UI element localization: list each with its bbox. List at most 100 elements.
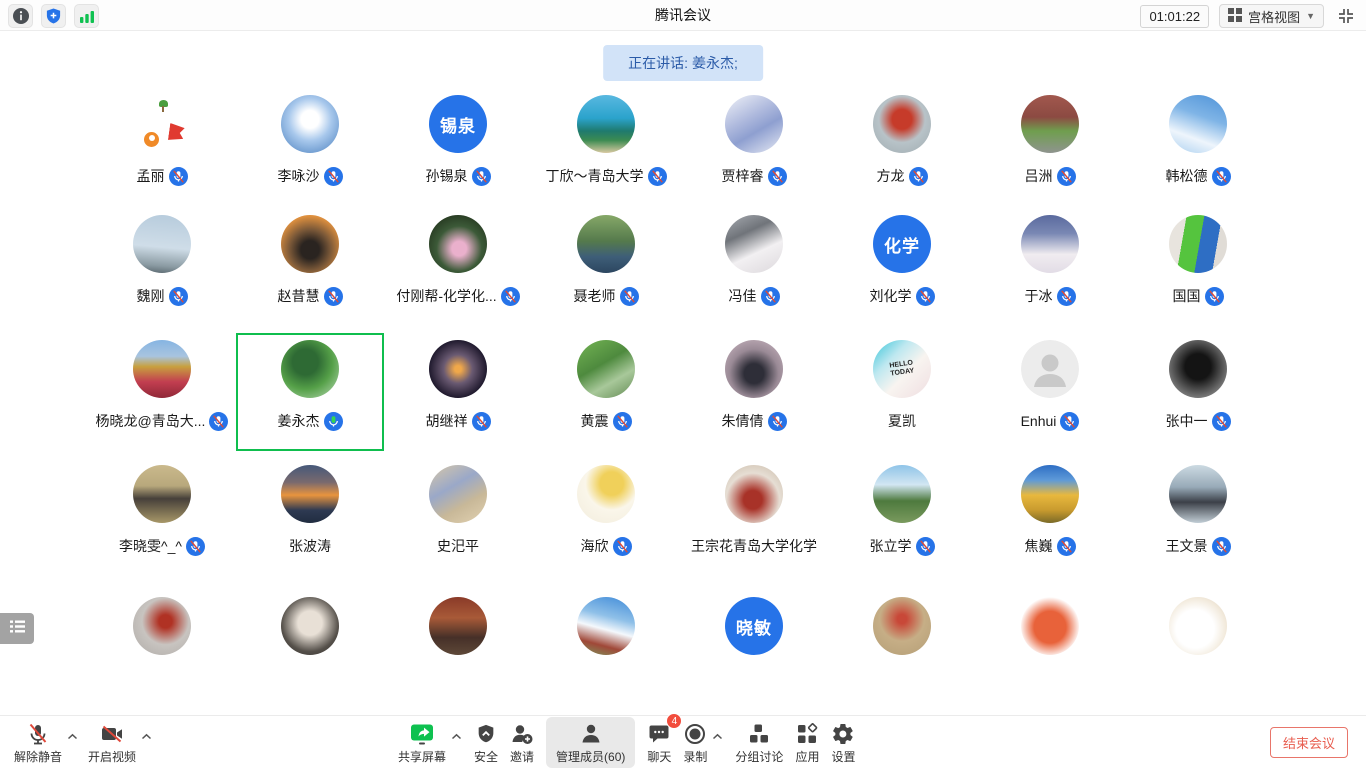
participant-avatar [725,95,783,153]
participant-name: 贾梓睿 [722,166,764,186]
participant-tile[interactable]: 韩松德 [1124,88,1272,206]
participant-tile[interactable] [1124,590,1272,662]
participant-tile[interactable]: 张中一 [1124,333,1272,451]
screen-share-icon [409,720,435,746]
participant-avatar [1021,465,1079,523]
grid-view-icon [1228,8,1242,25]
participant-tile[interactable]: 吕洲 [976,88,1124,206]
mic-muted-icon [472,412,491,431]
toolbar-button-members-person[interactable]: 管理成员(60) [546,717,635,768]
chevron-up-icon[interactable] [712,733,723,740]
participant-tile[interactable]: 李咏沙 [236,88,384,206]
participant-name: 张中一 [1166,411,1208,431]
participant-tile[interactable]: Enhui [976,333,1124,451]
mic-muted-icon [1057,287,1076,306]
participant-name: 李咏沙 [278,166,320,186]
participant-name: Enhui [1021,413,1057,429]
mic-muted-icon [761,287,780,306]
participant-name: 胡继祥 [426,411,468,431]
participant-tile[interactable]: 张波涛 [236,458,384,576]
participant-tile[interactable]: 姜永杰 [236,333,384,451]
toolbar-button-label: 解除静音 [14,748,62,765]
participant-tile[interactable] [976,590,1124,662]
mic-muted-icon [1212,167,1231,186]
participant-avatar [577,215,635,273]
toolbar-button-invite-person[interactable]: 邀请 [510,720,534,765]
member-list-toggle[interactable] [0,613,34,644]
participant-tile[interactable] [88,590,236,662]
participant-tile[interactable] [532,590,680,662]
unread-count-badge: 4 [666,713,682,729]
toolbar-button-record-circle[interactable]: 录制 [683,720,707,765]
participant-tile[interactable]: 化学刘化学 [828,208,976,326]
participant-tile[interactable] [384,590,532,662]
participant-name: 孙锡泉 [426,166,468,186]
participant-tile[interactable]: 晓敏 [680,590,828,662]
participant-tile[interactable]: 魏刚 [88,208,236,326]
participant-avatar [1021,215,1079,273]
toolbar-left-group: 解除静音 开启视频 [14,716,152,768]
default-person-avatar [1021,340,1079,398]
participant-name: 姜永杰 [278,411,320,431]
toolbar-button-label: 录制 [683,748,707,765]
list-icon [9,619,26,639]
participant-avatar [577,465,635,523]
participant-tile[interactable]: 冯佳 [680,208,828,326]
participant-tile[interactable]: 海欣 [532,458,680,576]
security-shield-icon [475,720,497,746]
chevron-up-icon[interactable] [67,733,78,740]
participant-tile[interactable]: 史汜平 [384,458,532,576]
toolbar-button-mic-off[interactable]: 解除静音 [14,720,62,765]
end-meeting-button[interactable]: 结束会议 [1270,727,1348,758]
mic-muted-icon [324,167,343,186]
participant-tile[interactable] [828,590,976,662]
participant-tile[interactable]: 孟丽 [88,88,236,206]
toolbar-button-camera-off[interactable]: 开启视频 [88,720,136,765]
participant-name: 史汜平 [437,536,479,556]
participant-tile[interactable]: 李晓雯^_^ [88,458,236,576]
chevron-up-icon[interactable] [141,733,152,740]
toolbar-button-apps-squares[interactable]: 应用 [795,720,819,765]
participant-avatar: HELLO TODAY [873,340,931,398]
toolbar-button-chat-bubble[interactable]: 4聊天 [647,720,671,765]
toolbar-button-breakout-squares[interactable]: 分组讨论 [735,720,783,765]
participant-tile[interactable]: HELLO TODAY夏凯 [828,333,976,451]
toolbar-button-screen-share[interactable]: 共享屏幕 [398,720,446,765]
collapse-view-button[interactable] [1334,4,1358,28]
chevron-up-icon[interactable] [451,733,462,740]
mic-muted-icon [209,412,228,431]
participant-tile[interactable]: 聂老师 [532,208,680,326]
participant-tile[interactable]: 焦巍 [976,458,1124,576]
camera-off-icon [100,720,124,746]
mic-muted-icon [186,537,205,556]
view-mode-selector[interactable]: 宫格视图 ▼ [1219,4,1324,28]
mic-muted-icon [1057,537,1076,556]
participant-tile[interactable]: 方龙 [828,88,976,206]
toolbar-button-label: 设置 [831,748,855,765]
participant-tile[interactable]: 赵昔慧 [236,208,384,326]
participant-tile[interactable]: 国国 [1124,208,1272,326]
participant-tile[interactable]: 杨晓龙@青岛大... [88,333,236,451]
participant-tile[interactable]: 于冰 [976,208,1124,326]
participant-tile[interactable]: 王宗花青岛大学化学 [680,458,828,576]
participant-tile[interactable]: 朱倩倩 [680,333,828,451]
toolbar-button-security-shield[interactable]: 安全 [474,720,498,765]
participant-tile[interactable]: 贾梓睿 [680,88,828,206]
participant-tile[interactable]: 胡继祥 [384,333,532,451]
mic-muted-icon [909,167,928,186]
mic-muted-icon [1205,287,1224,306]
participant-tile[interactable]: 王文景 [1124,458,1272,576]
participant-avatar [725,215,783,273]
participant-name: 国国 [1173,286,1201,306]
avatar-text: 锡泉 [440,112,476,137]
record-circle-icon [683,720,707,746]
participant-tile[interactable]: 付刚帮-化学化... [384,208,532,326]
toolbar-button-settings-gear[interactable]: 设置 [831,720,855,765]
participant-tile[interactable]: 张立学 [828,458,976,576]
participant-tile[interactable]: 黄震 [532,333,680,451]
participant-tile[interactable]: 丁欣～青岛大学 [532,88,680,206]
participant-tile[interactable]: 锡泉孙锡泉 [384,88,532,206]
avatar-text: HELLO TODAY [889,359,915,378]
participant-name: 付刚帮-化学化... [396,286,496,306]
participant-tile[interactable] [236,590,384,662]
